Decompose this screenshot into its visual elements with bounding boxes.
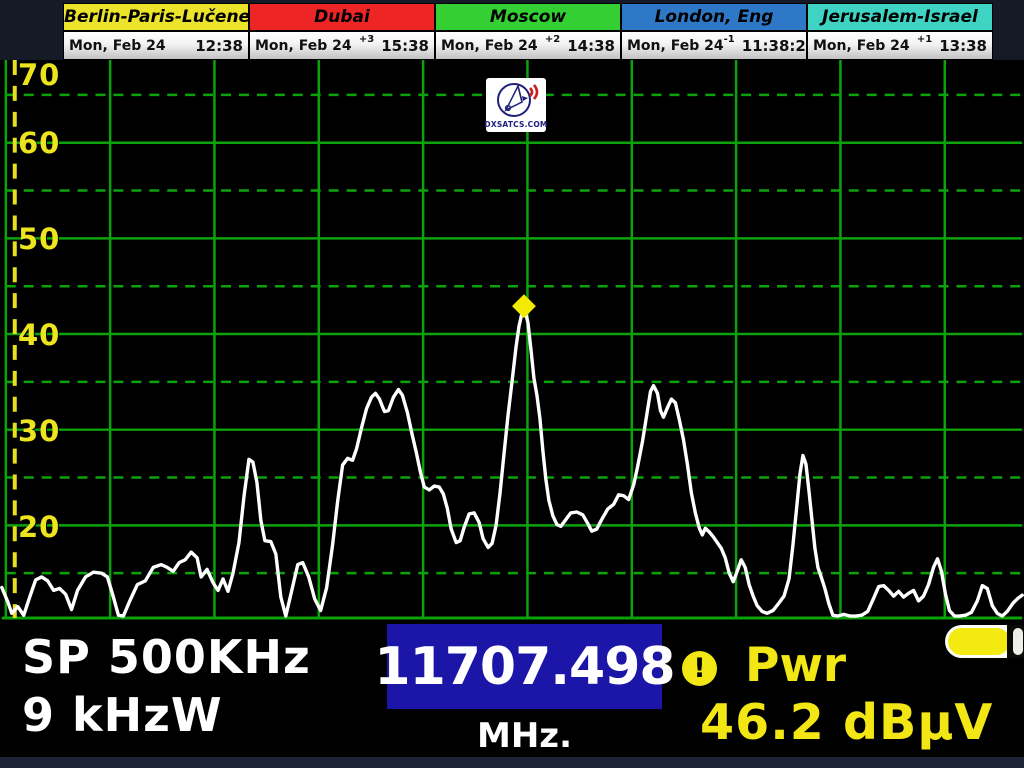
toggle-knob [1013,628,1023,655]
satellite-dish-icon [488,80,544,120]
frequency-display[interactable]: 11707.498 [387,624,662,709]
world-clock-bar: Berlin-Paris-Lučenec Mon, Feb 24 12:38 Duba… [0,0,1024,60]
toggle-switch[interactable] [945,625,1024,658]
y-tick-label-30: 30 [18,416,60,446]
alert-exclamation-icon: ! [682,651,717,686]
spectrum-analyzer-screen: Berlin-Paris-Lučenec Mon, Feb 24 12:38 Duba… [0,0,1024,768]
frequency-value: 11707.498 [374,637,674,697]
logo-text: DXSATCS.COM [484,120,547,129]
dxsatcs-logo: DXSATCS.COM [486,78,546,132]
peak-marker-diamond [512,294,536,318]
spectrum-plot [0,60,1024,622]
clock-date: Mon, Feb 24 [255,38,359,54]
clock-city-label: Jerusalem-Israel [808,4,992,32]
span-setting: SP 500KHz [22,630,311,684]
power-value: 46.2 dBµV [700,694,993,751]
clock-cell-jerusalem-israel: Jerusalem-Israel Mon, Feb 24+1 13:38 [808,4,992,59]
clock-time-row: Mon, Feb 24+3 15:38 [250,32,434,59]
clock-time: 13:38 [939,37,987,55]
clock-time-row: Mon, Feb 24 12:38 [64,32,248,59]
clock-utc-offset: +1 [917,34,932,45]
clock-city-label: Berlin-Paris-Lučenec [64,4,248,32]
clock-city-label: London, Eng [622,4,806,32]
clock-time: 15:38 [381,37,429,55]
clock-utc-offset: +2 [545,34,560,45]
clock-table: Berlin-Paris-Lučenec Mon, Feb 24 12:38 Duba… [63,3,993,60]
clock-utc-offset: +3 [359,34,374,45]
readout-panel: SP 500KHz 9 kHzW 11707.498 MHz. ! Pwr 46… [0,622,1024,768]
clock-date: Mon, Feb 24 [813,38,917,54]
clock-cell-dubai: Dubai Mon, Feb 24+3 15:38 [250,4,436,59]
y-tick-label-70: 70 [18,60,60,90]
y-tick-label-50: 50 [18,224,60,254]
clock-date: Mon, Feb 24 [627,38,724,54]
clock-time-row: Mon, Feb 24+1 13:38 [808,32,992,59]
clock-cell-berlin-paris-lu-enec: Berlin-Paris-Lučenec Mon, Feb 24 12:38 [64,4,250,59]
clock-cell-london-eng: London, EngMon, Feb 24-111:38:29 [622,4,808,59]
clock-city-label: Dubai [250,4,434,32]
spectrum-chart: 70 60 50 40 30 20 DXSATCS.COM [0,60,1024,622]
frequency-unit: MHz. [387,716,662,756]
clock-utc-offset: -1 [724,34,735,45]
clock-cell-moscow: Moscow Mon, Feb 24+2 14:38 [436,4,622,59]
clock-date: Mon, Feb 24 [441,38,545,54]
spectrum-trace [2,310,1022,616]
clock-date: Mon, Feb 24 [69,38,188,54]
clock-time: 14:38 [567,37,615,55]
toggle-on-area [948,628,1010,655]
bandwidth-setting: 9 kHzW [22,688,223,742]
y-tick-label-20: 20 [18,512,60,542]
power-label: Pwr [745,638,846,693]
y-tick-label-60: 60 [18,128,60,158]
clock-time: 12:38 [195,37,243,55]
y-tick-label-40: 40 [18,320,60,350]
bottom-border-strip [0,757,1024,768]
clock-city-label: Moscow [436,4,620,32]
clock-time-row: Mon, Feb 24-111:38:29 [622,32,806,59]
clock-time-row: Mon, Feb 24+2 14:38 [436,32,620,59]
clock-time: 11:38:29 [742,37,817,55]
